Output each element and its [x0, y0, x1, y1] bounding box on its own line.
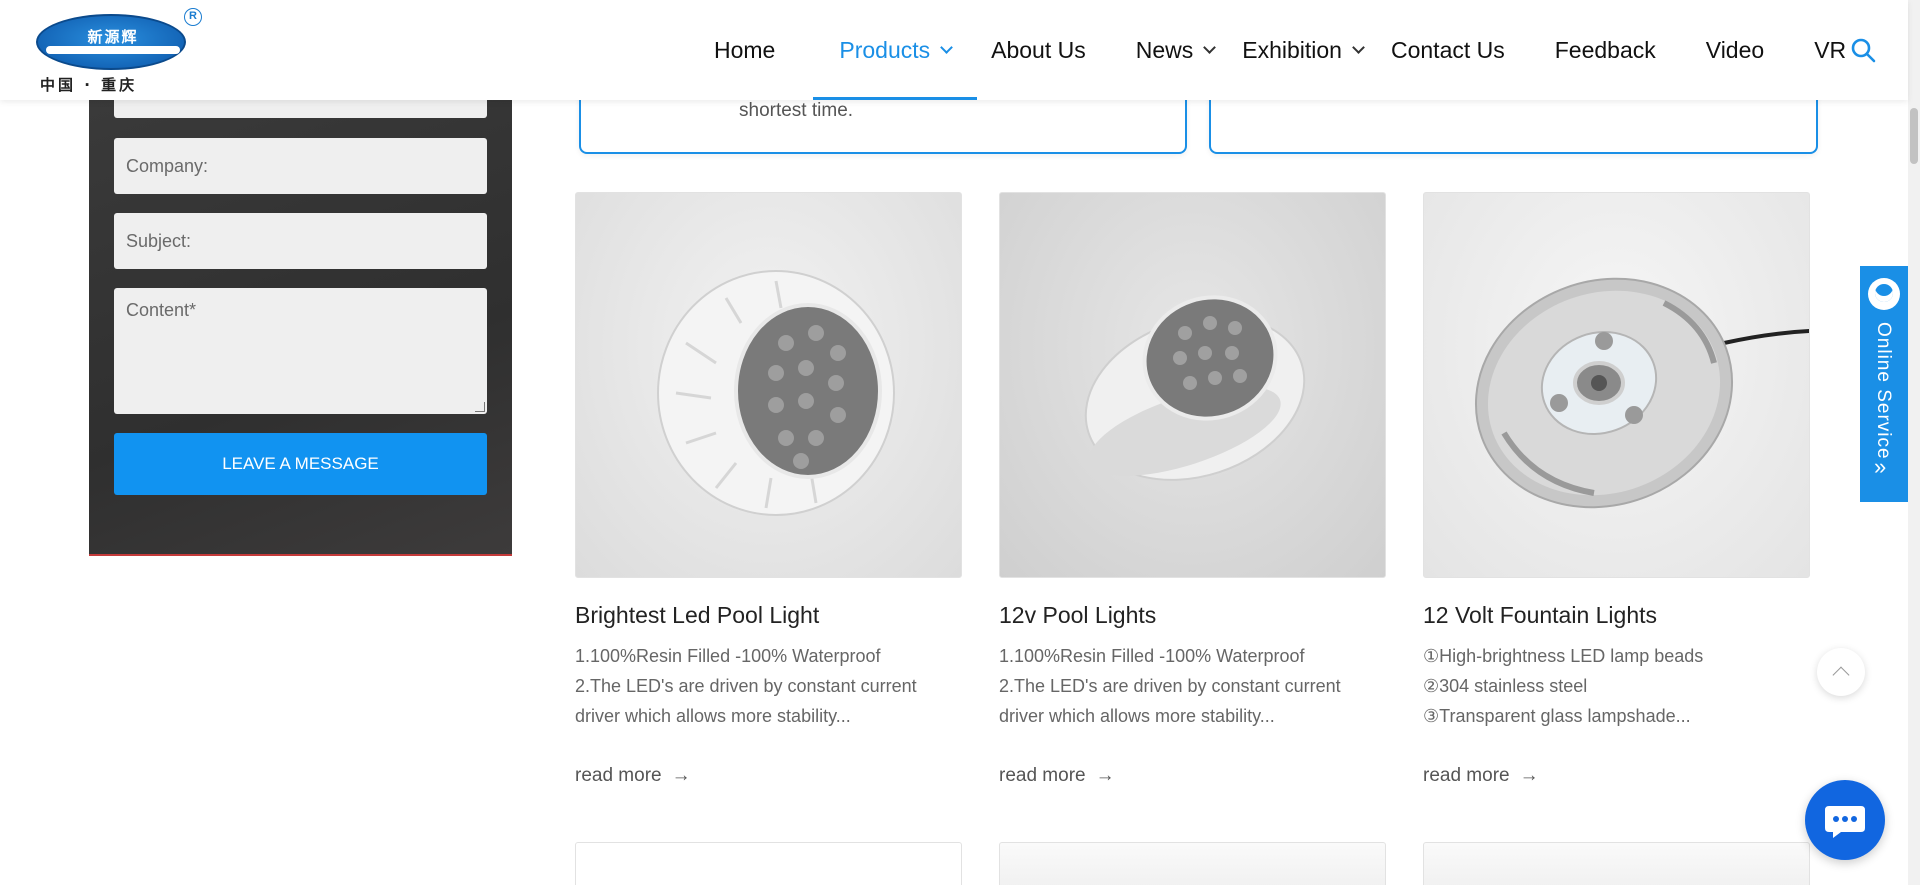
- nav-feedback[interactable]: Feedback: [1541, 0, 1670, 100]
- product-title[interactable]: 12v Pool Lights: [999, 602, 1386, 629]
- read-more-link[interactable]: read more →: [999, 765, 1386, 787]
- site-logo[interactable]: 新源辉 R 中国 · 重庆: [36, 8, 206, 94]
- nav-contact-label: Contact Us: [1390, 36, 1505, 63]
- page: 新源辉 R 中国 · 重庆 Home Products About Us New…: [0, 0, 1920, 885]
- double-chevron-icon: »: [1874, 454, 1887, 479]
- site-header: 新源辉 R 中国 · 重庆 Home Products About Us New…: [0, 0, 1908, 100]
- logo-emblem: 新源辉: [36, 14, 186, 70]
- nav-exhibition[interactable]: Exhibition: [1228, 0, 1377, 100]
- chat-bubble-icon: [1825, 806, 1865, 838]
- pool-light-image: [657, 270, 895, 516]
- registered-mark: R: [184, 8, 202, 26]
- product-card[interactable]: Brightest Led Pool Light 1.100%Resin Fil…: [575, 192, 962, 787]
- chevron-down-icon: [1352, 40, 1365, 54]
- read-more-label: read more: [575, 765, 662, 786]
- subject-placeholder: Subject:: [126, 230, 192, 251]
- product-card-next[interactable]: [575, 842, 962, 885]
- desc-line: 1.100%Resin Filled -100% Waterproof: [999, 646, 1305, 666]
- product-description: 1.100%Resin Filled -100% Waterproof 2.Th…: [575, 641, 962, 731]
- page-scrollbar[interactable]: [1908, 0, 1920, 885]
- product-image[interactable]: [999, 192, 1386, 578]
- desc-line: 2.The LED's are driven by constant curre…: [575, 676, 917, 696]
- logo-subtitle: 中国 · 重庆: [40, 76, 138, 94]
- desc-line: driver which allows more stability...: [575, 706, 851, 726]
- nav-about-us[interactable]: About Us: [977, 0, 1100, 100]
- nav-vr-label: VR: [1814, 36, 1847, 63]
- nav-exhibition-label: Exhibition: [1242, 36, 1342, 63]
- product-image[interactable]: [575, 192, 962, 578]
- arrow-right-icon: →: [1519, 765, 1539, 786]
- desc-line: ②304 stainless steel: [1423, 676, 1588, 696]
- search-icon[interactable]: [1850, 37, 1876, 63]
- back-to-top-button[interactable]: [1817, 648, 1865, 696]
- logo-band: [46, 46, 180, 54]
- nav-home[interactable]: Home: [700, 0, 789, 100]
- company-field[interactable]: Company:: [114, 138, 487, 194]
- nav-products[interactable]: Products: [813, 0, 977, 100]
- support-agent-icon: [1868, 278, 1900, 310]
- desc-line: driver which allows more stability...: [999, 706, 1275, 726]
- nav-video[interactable]: Video: [1692, 0, 1778, 100]
- read-more-label: read more: [1423, 765, 1510, 786]
- product-title[interactable]: Brightest Led Pool Light: [575, 602, 962, 629]
- read-more-link[interactable]: read more →: [1423, 765, 1810, 787]
- main-nav: Home Products About Us News Exhibition C…: [700, 0, 1860, 100]
- logo-chinese-name: 新源辉: [87, 28, 139, 46]
- desc-line: 1.100%Resin Filled -100% Waterproof: [575, 646, 881, 666]
- online-service-tab[interactable]: Online Service »: [1860, 266, 1909, 502]
- product-image[interactable]: [1423, 192, 1810, 578]
- nav-home-label: Home: [714, 36, 776, 63]
- leave-message-button[interactable]: LEAVE A MESSAGE: [114, 433, 487, 495]
- pool-light-image: [1084, 295, 1306, 481]
- nav-feedback-label: Feedback: [1554, 36, 1656, 63]
- resize-grip-icon[interactable]: [475, 402, 485, 412]
- product-card[interactable]: 12v Pool Lights 1.100%Resin Filled -100%…: [999, 192, 1386, 787]
- chevron-down-icon: [1203, 40, 1217, 54]
- subject-field[interactable]: Subject:: [114, 213, 487, 269]
- feature-text: shortest time.: [739, 100, 854, 121]
- product-card-next[interactable]: [999, 842, 1386, 885]
- arrow-right-icon: →: [671, 765, 691, 786]
- nav-products-label: Products: [839, 36, 931, 63]
- nav-video-label: Video: [1705, 36, 1765, 63]
- arrow-right-icon: →: [1095, 765, 1115, 786]
- read-more-link[interactable]: read more →: [575, 765, 962, 787]
- content-placeholder: Content*: [126, 300, 197, 320]
- chat-button[interactable]: [1805, 780, 1885, 860]
- online-service-label: Online Service: [1873, 322, 1894, 460]
- contact-form-panel: Company: Subject: Content* LEAVE A MESSA…: [89, 80, 512, 556]
- product-card[interactable]: 12 Volt Fountain Lights ①High-brightness…: [1423, 192, 1810, 787]
- desc-line: ①High-brightness LED lamp beads: [1423, 646, 1704, 666]
- product-description: 1.100%Resin Filled -100% Waterproof 2.Th…: [999, 641, 1386, 731]
- desc-line: 2.The LED's are driven by constant curre…: [999, 676, 1341, 696]
- nav-news-label: News: [1135, 36, 1194, 63]
- content-textarea[interactable]: Content*: [114, 288, 487, 414]
- chevron-down-icon: [940, 40, 953, 54]
- product-description: ①High-brightness LED lamp beads ②304 sta…: [1423, 641, 1810, 731]
- company-placeholder: Company:: [126, 155, 209, 176]
- product-title[interactable]: 12 Volt Fountain Lights: [1423, 602, 1810, 629]
- read-more-label: read more: [999, 765, 1086, 786]
- nav-about-label: About Us: [991, 36, 1086, 63]
- desc-line: ③Transparent glass lampshade...: [1423, 706, 1691, 726]
- fountain-light-image: [1474, 277, 1809, 509]
- scrollbar-thumb[interactable]: [1910, 108, 1918, 164]
- nav-news[interactable]: News: [1122, 0, 1229, 100]
- nav-contact-us[interactable]: Contact Us: [1377, 0, 1519, 100]
- product-card-next[interactable]: [1423, 842, 1810, 885]
